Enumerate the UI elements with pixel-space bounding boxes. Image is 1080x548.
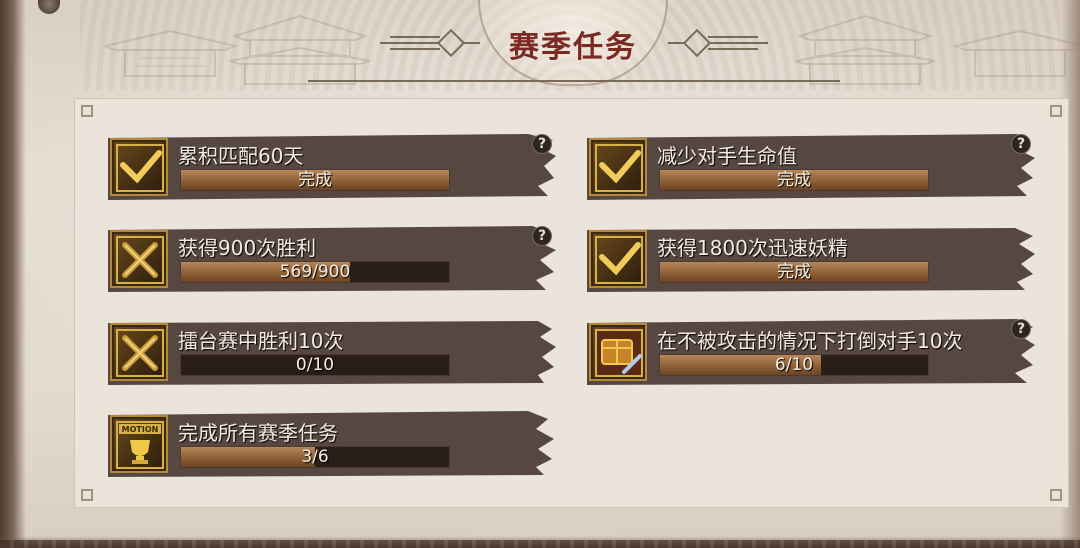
crossed-swords-icon — [110, 323, 168, 381]
help-icon[interactable]: ? — [532, 226, 552, 246]
task-item[interactable]: 减少对手生命值 完成 ? — [587, 134, 1037, 200]
motion-trophy-icon: MOTION — [110, 415, 168, 473]
pagoda-icon — [794, 14, 936, 85]
task-item[interactable]: 累积匹配60天 完成 ? — [108, 134, 558, 200]
progress-text: 完成 — [777, 170, 811, 190]
page-footer-border — [0, 540, 1080, 548]
progress-text: 完成 — [777, 262, 811, 282]
progress-bar: 0/10 — [180, 354, 450, 376]
progress-text: 569/900 — [279, 262, 351, 282]
progress-bar: 完成 — [659, 169, 929, 191]
motion-icon-text: MOTION — [122, 425, 159, 434]
check-icon — [110, 138, 168, 196]
page-title: 赛季任务 — [509, 30, 637, 65]
pagoda-icon — [229, 14, 371, 85]
task-item[interactable]: 在不被攻击的情况下打倒对手10次 6/10 ? — [587, 319, 1037, 385]
task-label: 完成所有赛季任务 — [178, 421, 338, 445]
task-label: 在不被攻击的情况下打倒对手10次 — [657, 329, 963, 353]
task-item[interactable]: 获得900次胜利 569/900 ? — [108, 226, 558, 292]
page-edge — [0, 0, 26, 548]
progress-text: 完成 — [298, 170, 332, 190]
task-label: 获得1800次迅速妖精 — [657, 236, 848, 260]
task-label: 获得900次胜利 — [178, 236, 317, 260]
progress-text: 0/10 — [295, 355, 335, 375]
panel-corner — [1050, 489, 1062, 501]
help-icon[interactable]: ? — [532, 134, 552, 154]
check-icon — [589, 138, 647, 196]
panel-corner — [1050, 105, 1062, 117]
panel-corner — [81, 489, 93, 501]
ornament-icon — [668, 28, 768, 58]
task-item[interactable]: 擂台赛中胜利10次 0/10 — [108, 319, 558, 385]
progress-bar: 569/900 — [180, 261, 450, 283]
season-tasks-page: 赛季任务 累积匹配60天 完成 ? 获得900次胜利 569/900 ? 擂台赛… — [0, 0, 1080, 548]
task-label: 擂台赛中胜利10次 — [178, 329, 344, 353]
treasure-scroll-icon — [589, 323, 647, 381]
ornament-icon — [380, 28, 480, 58]
progress-bar: 3/6 — [180, 446, 450, 468]
task-label: 累积匹配60天 — [178, 144, 304, 168]
progress-bar: 完成 — [659, 261, 929, 283]
help-icon[interactable]: ? — [1011, 134, 1031, 154]
progress-bar: 完成 — [180, 169, 450, 191]
progress-text: 3/6 — [301, 447, 329, 467]
pagoda-icon — [951, 29, 1080, 77]
pin-icon — [38, 0, 60, 14]
task-item[interactable]: MOTION 完成所有赛季任务 3/6 — [108, 411, 558, 477]
check-icon — [589, 230, 647, 288]
task-label: 减少对手生命值 — [657, 144, 797, 168]
crossed-swords-icon — [110, 230, 168, 288]
progress-bar: 6/10 — [659, 354, 929, 376]
title-divider — [308, 80, 840, 82]
progress-text: 6/10 — [774, 355, 814, 375]
panel-corner — [81, 105, 93, 117]
pagoda-icon — [101, 29, 239, 77]
help-icon[interactable]: ? — [1011, 319, 1031, 339]
task-item[interactable]: 获得1800次迅速妖精 完成 — [587, 226, 1037, 292]
